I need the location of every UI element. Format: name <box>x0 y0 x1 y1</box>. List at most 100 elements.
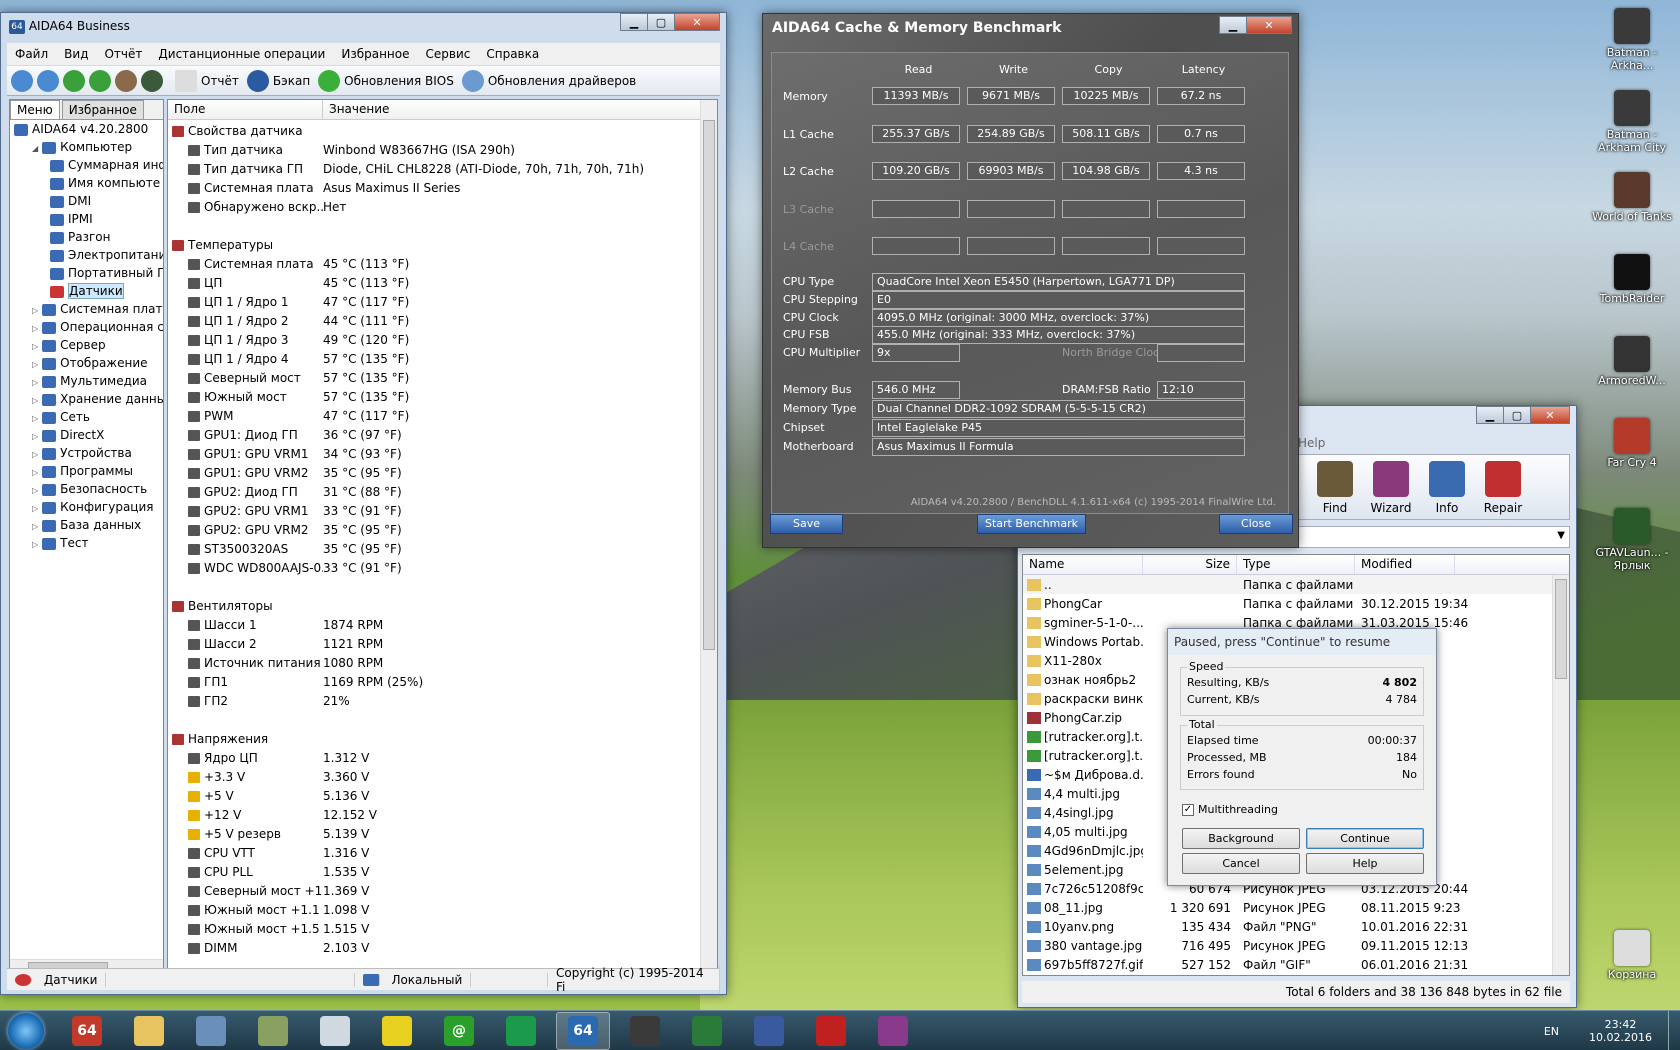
file-row[interactable]: 697b5ff8727f.gif 527 152 Файл "GIF" 06.01.2… <box>1023 955 1569 974</box>
tree-item[interactable]: ▷ Безопасность <box>10 480 163 498</box>
column-type[interactable]: Type <box>1237 555 1355 574</box>
expand-icon[interactable]: ▷ <box>32 414 38 423</box>
tree-item[interactable]: ▷ Тест <box>10 534 163 552</box>
start-benchmark-button[interactable]: Start Benchmark <box>977 514 1086 534</box>
fm-maximize-button[interactable]: ▢ <box>1503 406 1531 424</box>
taskbar-app[interactable]: 64 <box>60 1012 114 1050</box>
fm-path-field[interactable]: ▼ <box>1296 526 1570 548</box>
column-modified[interactable]: Modified <box>1355 555 1455 574</box>
bios-update-button[interactable]: Обновления BIOS <box>318 69 454 92</box>
tree-item[interactable]: ▷ База данных <box>10 516 163 534</box>
tree-item[interactable]: ▷ Операционная сис <box>10 318 163 336</box>
menu-item[interactable]: Отчёт <box>96 47 150 61</box>
back-icon[interactable] <box>11 69 33 92</box>
help-button[interactable]: Help <box>1306 853 1424 874</box>
expand-icon[interactable]: ▷ <box>32 450 38 459</box>
show-desktop-button[interactable] <box>1668 1011 1680 1050</box>
fm-minimize-button[interactable]: ▁ <box>1476 406 1504 424</box>
fm-scroll-thumb[interactable] <box>1555 579 1567 679</box>
desktop-icon[interactable]: Far Cry 4 <box>1592 418 1672 469</box>
tree-item[interactable]: Имя компьюте <box>10 174 163 192</box>
desktop-icon[interactable]: Batman - Arkham City <box>1592 90 1672 154</box>
taskbar-app[interactable] <box>494 1012 548 1050</box>
column-name[interactable]: Name <box>1023 555 1143 574</box>
driver-update-button[interactable]: Обновления драйверов <box>461 69 636 92</box>
expand-icon[interactable]: ▷ <box>32 306 38 315</box>
tree-item[interactable]: DMI <box>10 192 163 210</box>
ribbon-button-info[interactable]: Info <box>1419 461 1475 515</box>
scroll-thumb[interactable] <box>703 120 715 650</box>
taskbar-app[interactable] <box>742 1012 796 1050</box>
expand-icon[interactable]: ▷ <box>32 342 38 351</box>
expand-icon[interactable]: ▷ <box>32 540 38 549</box>
save-button[interactable]: Save <box>770 514 843 534</box>
desktop-icon[interactable]: Batman - Arkha... <box>1592 8 1672 72</box>
column-size[interactable]: Size <box>1143 555 1237 574</box>
taskbar-app[interactable] <box>246 1012 300 1050</box>
desktop-icon[interactable]: World of Tanks <box>1592 172 1672 223</box>
tree-item[interactable]: Суммарная инф <box>10 156 163 174</box>
expand-icon[interactable]: ▷ <box>32 504 38 513</box>
ribbon-button-wizard[interactable]: Wizard <box>1363 461 1419 515</box>
report-button[interactable]: Отчёт <box>175 69 239 92</box>
start-button[interactable] <box>0 1011 52 1050</box>
expand-icon[interactable]: ▷ <box>32 486 38 495</box>
ribbon-button-find[interactable]: Find <box>1307 461 1363 515</box>
expand-icon[interactable]: ▷ <box>32 378 38 387</box>
desktop-icon[interactable]: ArmoredW... <box>1592 336 1672 387</box>
tree-item[interactable]: ▷ DirectX <box>10 426 163 444</box>
expand-icon[interactable]: ▷ <box>32 468 38 477</box>
language-indicator[interactable]: EN <box>1544 1025 1559 1038</box>
file-row[interactable]: 10yanv.png 135 434 Файл "PNG" 10.01.2016 22… <box>1023 917 1569 936</box>
tree-item[interactable]: Датчики <box>10 282 163 300</box>
forward-icon[interactable] <box>37 69 59 92</box>
tree-item[interactable]: ▷ Системная плата <box>10 300 163 318</box>
taskbar-app[interactable] <box>680 1012 734 1050</box>
bench-minimize-button[interactable]: ▁ <box>1219 16 1247 34</box>
tab-favorites[interactable]: Избранное <box>61 100 144 119</box>
menu-item[interactable]: Файл <box>7 47 56 61</box>
tree-item[interactable]: ▷ Сеть <box>10 408 163 426</box>
menu-item[interactable]: Вид <box>56 47 96 61</box>
up-icon[interactable] <box>63 69 85 92</box>
tree-item[interactable]: ▷ Устройства <box>10 444 163 462</box>
menu-item[interactable]: Избранное <box>333 47 417 61</box>
taskbar-app[interactable] <box>184 1012 238 1050</box>
taskbar-app[interactable] <box>804 1012 858 1050</box>
desktop-icon[interactable]: GTAVLaun... - Ярлык <box>1592 508 1672 572</box>
tree-item[interactable]: ▷ Сервер <box>10 336 163 354</box>
tree-item[interactable]: Электропитани <box>10 246 163 264</box>
clock[interactable]: 23:42 10.02.2016 <box>1589 1018 1652 1044</box>
expand-icon[interactable]: ▷ <box>32 396 38 405</box>
refresh-icon[interactable] <box>89 69 111 92</box>
desktop-icon[interactable]: TombRaider <box>1592 254 1672 305</box>
ribbon-button-repair[interactable]: Repair <box>1475 461 1531 515</box>
fm-close-button[interactable]: ✕ <box>1530 406 1570 424</box>
cancel-button[interactable]: Cancel <box>1182 853 1300 874</box>
file-row[interactable]: 08_11.jpg 1 320 691 Рисунок JPEG 08.11.2015… <box>1023 898 1569 917</box>
taskbar-app[interactable] <box>866 1012 920 1050</box>
expand-icon[interactable]: ◢ <box>32 144 38 153</box>
tree-item[interactable]: ◢ Компьютер <box>10 138 163 156</box>
taskbar-app[interactable] <box>308 1012 362 1050</box>
taskbar-app[interactable] <box>122 1012 176 1050</box>
tree-item[interactable]: Портативный П <box>10 264 163 282</box>
expand-icon[interactable]: ▷ <box>32 522 38 531</box>
tree-item[interactable]: Разгон <box>10 228 163 246</box>
file-row[interactable]: .. Папка с файлами <box>1023 575 1569 594</box>
fm-menu-help[interactable]: Help <box>1296 436 1325 450</box>
expand-icon[interactable]: ▷ <box>32 360 38 369</box>
tree-item[interactable]: ▷ Отображение <box>10 354 163 372</box>
tree-item[interactable]: ▷ Мультимедиа <box>10 372 163 390</box>
expand-icon[interactable]: ▷ <box>32 432 38 441</box>
close-button[interactable]: ✕ <box>674 13 720 31</box>
backup-button[interactable]: Бэкап <box>246 69 310 92</box>
menu-item[interactable]: Сервис <box>418 47 479 61</box>
tree-item[interactable]: AIDA64 v4.20.2800 <box>10 120 163 138</box>
taskbar-app[interactable] <box>370 1012 424 1050</box>
background-button[interactable]: Background <box>1182 828 1300 849</box>
desktop-icon[interactable]: Корзина <box>1592 930 1672 981</box>
close-button[interactable]: Close <box>1219 514 1293 534</box>
tab-menu[interactable]: Меню <box>10 100 60 119</box>
column-value[interactable]: Значение <box>323 100 703 119</box>
